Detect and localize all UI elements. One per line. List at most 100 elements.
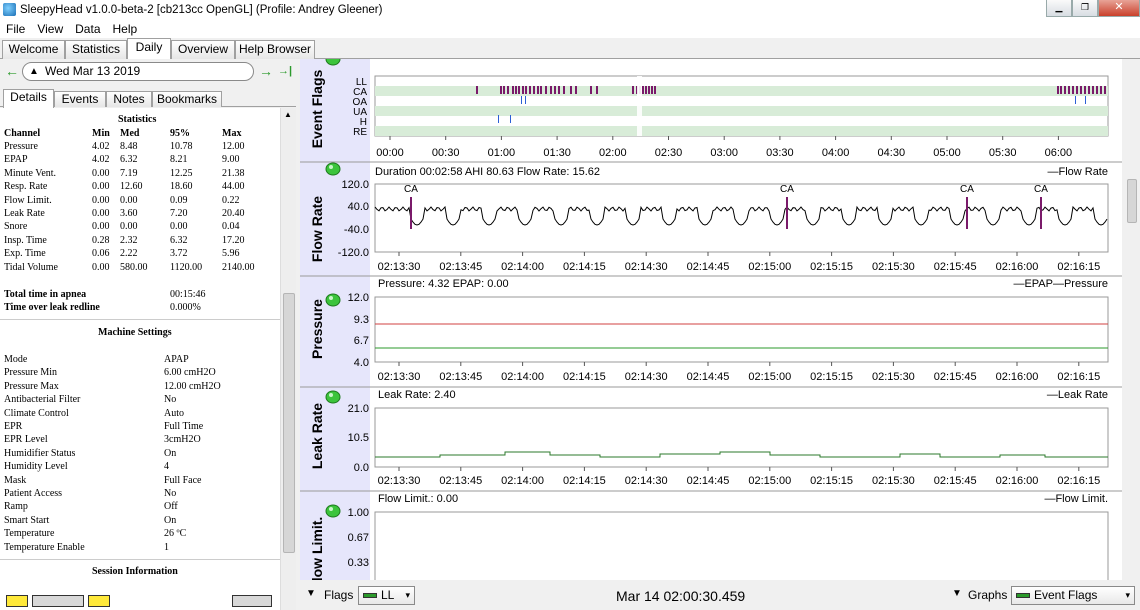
flag-oa-mark <box>1075 96 1076 104</box>
minimize-button[interactable]: ▁ <box>1046 0 1072 17</box>
stats-cell: 9.00 <box>222 154 240 166</box>
flag-swatch <box>363 593 377 598</box>
menu-help[interactable]: Help <box>107 22 144 36</box>
graphs-toggle-icon[interactable]: ▼ <box>952 588 962 599</box>
scroll-thumb[interactable] <box>283 293 295 553</box>
flag-ca-mark <box>590 86 592 94</box>
settings-label: Mode <box>4 354 28 365</box>
flags-select[interactable]: LL ▾ <box>358 586 415 605</box>
x-tick-label: 02:14:30 <box>625 261 668 273</box>
date-picker[interactable]: ▲ Wed Mar 13 2019 <box>22 62 254 81</box>
arrow-right-icon[interactable]: → <box>259 63 273 79</box>
stats-cell: Insp. Time <box>4 234 47 246</box>
settings-row: Pressure Min 6.00 cmH2O <box>4 366 276 379</box>
leak-rate-plot <box>374 407 1109 468</box>
x-tick-label: 02:13:30 <box>378 371 421 383</box>
flag-ca-mark <box>632 86 634 94</box>
flag-ca-mark <box>642 86 644 94</box>
stats-cell: 0.00 <box>170 221 188 233</box>
flag-ca-mark <box>1100 86 1102 94</box>
tab-overview[interactable]: Overview <box>171 40 235 59</box>
stats-cell: Resp. Rate <box>4 181 48 193</box>
details-scrollbar[interactable]: ▲ <box>280 108 296 610</box>
leak-rate-legend: —Leak Rate <box>1047 389 1108 401</box>
ca-annotation: CA <box>404 184 418 195</box>
stats-cell: 0.22 <box>222 194 240 206</box>
totals-label: Total time in apnea <box>4 289 87 300</box>
settings-value: No <box>164 488 177 499</box>
subtab-notes[interactable]: Notes <box>106 91 152 107</box>
graphs-canvas[interactable]: Event Flags LLCAOAUAHRE00:00 00:30 01:00 01:… <box>300 59 1122 580</box>
pin-icon <box>325 162 341 176</box>
table-row: Pressure 4.02 8.48 10.78 12.00 <box>4 140 276 153</box>
arrow-left-icon[interactable]: ← <box>5 63 19 79</box>
flags-toggle-icon[interactable]: ▼ <box>306 588 316 599</box>
x-tick-label: 04:30 <box>878 147 906 159</box>
y-tick-label: 120.0 <box>341 179 369 191</box>
totals-row: Total time in apnea 00:15:46 <box>4 288 276 301</box>
x-tick-label: 02:15:45 <box>934 475 977 487</box>
y-tick-label: 21.0 <box>348 403 369 415</box>
stats-cell: 0.00 <box>92 181 110 193</box>
flag-ca-mark <box>476 86 478 94</box>
settings-value: No <box>164 394 177 406</box>
stats-cell: EPAP <box>4 154 28 166</box>
tab-welcome[interactable]: Welcome <box>2 40 65 59</box>
settings-value: 6.00 cmH2O <box>164 367 216 379</box>
flag-ca-mark <box>529 86 531 94</box>
stats-cell: Flow Limit. <box>4 194 52 206</box>
calendar-toggle-icon[interactable]: ▲ <box>29 63 39 80</box>
graphs-label: Graphs <box>968 588 1008 602</box>
graph-scroll-thumb[interactable] <box>1127 179 1137 223</box>
detail-tabs: Details Events Notes Bookmarks <box>0 89 296 108</box>
stats-cell: 1120.00 <box>170 261 203 273</box>
flag-ca-mark <box>500 86 502 94</box>
subtab-details[interactable]: Details <box>3 89 54 108</box>
graphs-select[interactable]: Event Flags ▾ <box>1011 586 1135 605</box>
menu-view[interactable]: View <box>31 22 69 36</box>
totals-row: Time over leak redline 0.000% <box>4 301 276 314</box>
menu-data[interactable]: Data <box>69 22 106 36</box>
menu-file[interactable]: File <box>0 22 31 36</box>
current-position-marker <box>637 76 642 136</box>
x-tick-label: 02:13:30 <box>378 261 421 273</box>
flag-ca-mark <box>515 86 517 94</box>
subtab-events[interactable]: Events <box>54 91 106 107</box>
tab-help-browser[interactable]: Help Browser <box>235 40 315 59</box>
graphs-select-value: Event Flags <box>1034 588 1098 602</box>
restore-button[interactable]: ❐ <box>1072 0 1098 17</box>
tab-statistics[interactable]: Statistics <box>65 40 127 59</box>
subtab-bookmarks[interactable]: Bookmarks <box>152 91 222 107</box>
stats-header-cell: Channel <box>4 128 41 139</box>
settings-row: Mode APAP <box>4 353 276 366</box>
settings-row: Temperature 26 ºC <box>4 527 276 540</box>
flag-ca-mark <box>1072 86 1074 94</box>
stats-cell: 4.02 <box>92 154 110 166</box>
stats-cell: 6.32 <box>120 154 138 166</box>
settings-label: EPR Level <box>4 434 48 446</box>
flag-ca-mark <box>540 86 542 94</box>
totals-value: 00:15:46 <box>170 289 206 300</box>
x-tick-label: 02:14:00 <box>501 261 544 273</box>
totals-value: 0.000% <box>170 302 201 313</box>
arrow-last-icon[interactable]: →| <box>278 65 292 77</box>
stats-cell: 5.96 <box>222 248 240 260</box>
window-title: SleepyHead v1.0.0-beta-2 [cb213cc OpenGL… <box>20 3 383 16</box>
main-tabs: Welcome Statistics Daily Overview Help B… <box>0 38 1140 60</box>
stats-cell: 0.09 <box>170 194 188 206</box>
pin-icon <box>325 293 341 307</box>
ca-annotation: CA <box>1034 184 1048 195</box>
flag-ca-mark <box>1076 86 1078 94</box>
flag-row-label: RE <box>353 127 367 138</box>
graph-scrollbar[interactable] <box>1124 59 1140 580</box>
table-row: Insp. Time 0.28 2.32 6.32 17.20 <box>4 234 276 247</box>
table-row: EPAP 4.02 6.32 8.21 9.00 <box>4 153 276 166</box>
settings-value: 3cmH2O <box>164 434 201 446</box>
tab-daily[interactable]: Daily <box>127 38 171 60</box>
close-button[interactable]: ✕ <box>1098 0 1140 17</box>
y-tick-label: 6.7 <box>354 335 369 347</box>
scroll-up-icon[interactable]: ▲ <box>284 110 292 119</box>
stats-cell: 0.04 <box>222 221 240 233</box>
table-row: Exp. Time 0.06 2.22 3.72 5.96 <box>4 247 276 260</box>
settings-value: On <box>164 514 177 526</box>
